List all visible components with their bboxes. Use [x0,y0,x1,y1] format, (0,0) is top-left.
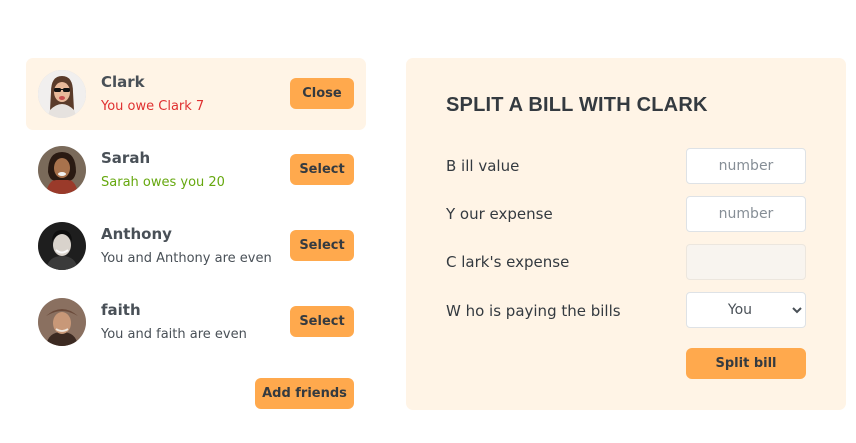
friend-item-faith: faith You and faith are even Select [26,286,366,358]
add-friends-button[interactable]: Add friends [255,378,354,409]
select-button[interactable]: Select [290,230,354,261]
your-expense-input[interactable] [686,196,806,232]
friend-expense-label: C lark's expense [446,253,570,271]
friend-name: faith [101,301,141,319]
split-bill-form: SPLIT A BILL WITH CLARK B ill value Y ou… [406,58,846,410]
friend-balance-status: Sarah owes you 20 [101,175,225,190]
avatar-anthony-icon [38,222,86,270]
friend-expense-input [686,244,806,280]
bill-value-label: B ill value [446,157,520,175]
avatar [38,222,86,270]
close-button[interactable]: Close [290,78,354,109]
friend-item-anthony: Anthony You and Anthony are even Select [26,210,366,282]
friends-list: Clark You owe Clark 7 Close Sarah Sarah … [26,58,366,362]
avatar [38,70,86,118]
split-bill-button[interactable]: Split bill [686,348,806,379]
bill-value-input[interactable] [686,148,806,184]
select-button[interactable]: Select [290,154,354,185]
friend-name: Clark [101,73,145,91]
payer-label: W ho is paying the bills [446,302,621,320]
avatar [38,298,86,346]
friend-balance-status: You and faith are even [101,327,247,342]
friend-item-clark: Clark You owe Clark 7 Close [26,58,366,130]
form-title: SPLIT A BILL WITH CLARK [446,94,708,116]
payer-select[interactable]: You [686,292,806,328]
friend-item-sarah: Sarah Sarah owes you 20 Select [26,134,366,206]
your-expense-label: Y our expense [446,205,553,223]
friend-balance-status: You owe Clark 7 [101,99,205,114]
avatar-sarah-icon [38,146,86,194]
friend-name: Sarah [101,149,151,167]
friend-name: Anthony [101,225,172,243]
friend-balance-status: You and Anthony are even [101,251,272,266]
avatar [38,146,86,194]
select-button[interactable]: Select [290,306,354,337]
avatar-clark-icon [38,70,86,118]
avatar-faith-icon [38,298,86,346]
